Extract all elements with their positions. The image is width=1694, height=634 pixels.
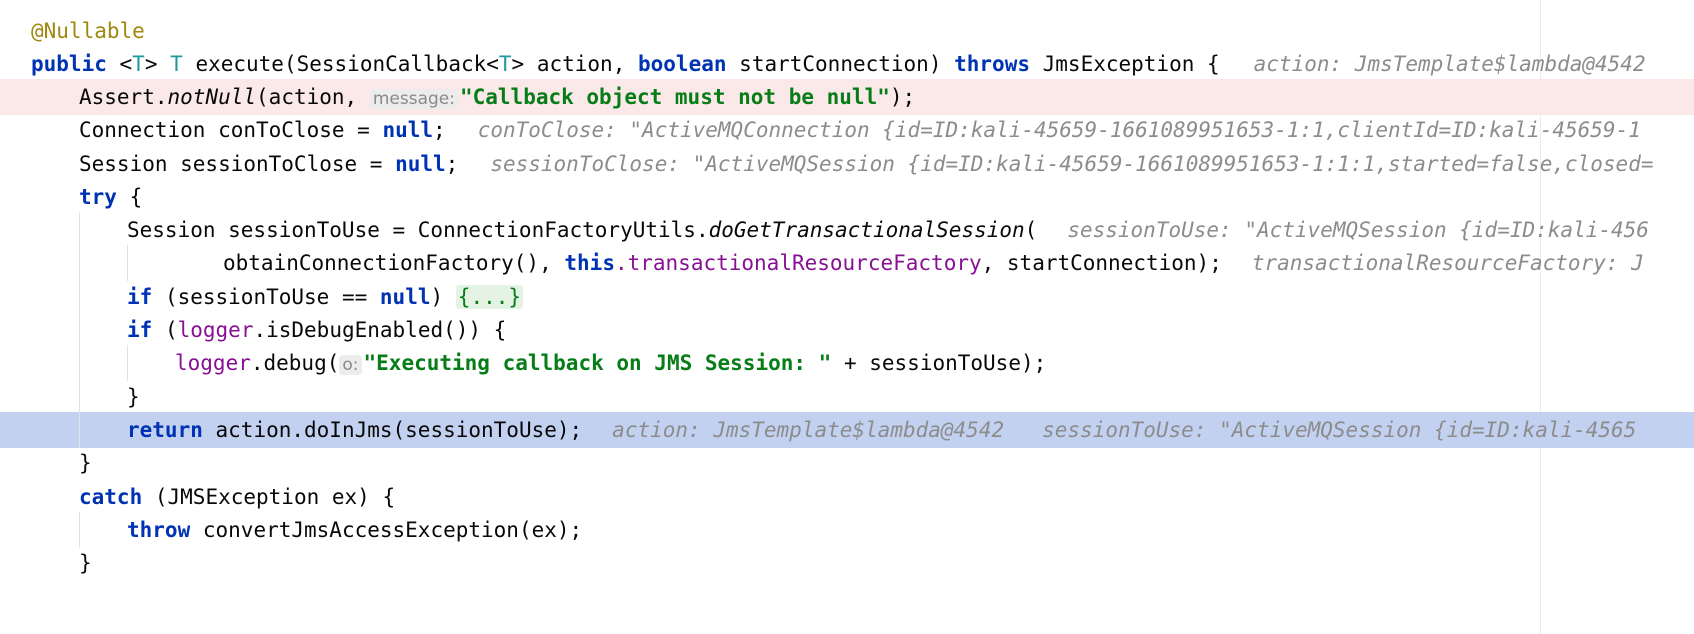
code-line[interactable]: } — [0, 545, 1694, 581]
keyword-public: public — [31, 52, 107, 76]
indent-guide — [79, 412, 80, 448]
code-text: { — [129, 185, 143, 209]
keyword-this: this — [564, 251, 615, 275]
code-text: , startConnection); — [981, 251, 1222, 275]
code-text: convertJmsAccessException(ex); — [202, 518, 583, 542]
code-text: + sessionToUse); — [843, 351, 1047, 375]
string-literal: "Callback object must not be null" — [459, 85, 890, 109]
indent-guide — [79, 245, 80, 281]
type-parameter: T — [132, 52, 145, 76]
code-line[interactable]: logger.debug(o: "Executing callback on JM… — [0, 345, 1694, 381]
annotation: @Nullable — [31, 19, 145, 43]
keyword-boolean: boolean — [638, 52, 727, 76]
lt-symbol: < — [119, 52, 133, 76]
method-name: notNull — [167, 85, 257, 109]
debug-inline-value[interactable]: sessionToClose: "ActiveMQSession {id=ID:… — [490, 152, 1653, 176]
code-text: Session sessionToClose = — [79, 152, 383, 176]
debug-inline-value[interactable]: transactionalResourceFactory: J — [1252, 251, 1644, 275]
code-text: (action, — [256, 85, 358, 109]
debug-inline-value[interactable]: sessionToUse: "ActiveMQSession {id=ID:ka… — [1067, 218, 1649, 242]
indent-guide — [79, 379, 80, 415]
code-text: ( — [1024, 218, 1038, 242]
keyword-null: null — [382, 118, 434, 142]
closing-brace: } — [79, 451, 92, 475]
code-line[interactable]: Session sessionToClose = null; sessionToC… — [0, 146, 1694, 182]
indent-guide — [79, 312, 80, 348]
code-text: action.doInJms(sessionToUse); — [215, 418, 583, 442]
code-text: Connection conToClose = — [79, 118, 370, 142]
indent-guide — [79, 345, 80, 381]
code-line[interactable]: @Nullable — [0, 13, 1694, 49]
keyword-catch: catch — [79, 485, 143, 509]
indent-guide — [127, 345, 128, 381]
code-text: ) — [430, 285, 444, 309]
code-text: (sessionToUse == — [164, 285, 368, 309]
code-line[interactable]: } — [0, 445, 1694, 481]
field-reference: .transactionalResourceFactory — [614, 251, 982, 275]
code-editor[interactable]: @Nullable public <T> T execute(SessionCa… — [0, 0, 1694, 634]
parameter-hint: message: — [369, 89, 458, 109]
parameter-hint: o: — [339, 355, 362, 375]
method-signature: execute(SessionCallback< — [195, 52, 499, 76]
code-text: ); — [889, 85, 916, 109]
debug-inline-value[interactable]: sessionToUse: "ActiveMQSession {id=ID:ka… — [1042, 418, 1636, 442]
code-line[interactable]: obtainConnectionFactory(), this.transact… — [0, 245, 1694, 281]
code-text: ; — [445, 152, 459, 176]
keyword-throws: throws — [954, 52, 1030, 76]
exception-type: JmsException { — [1042, 52, 1220, 76]
code-line[interactable]: public <T> T execute(SessionCallback<T> … — [0, 46, 1694, 82]
indent-guide — [127, 245, 128, 281]
code-text: Assert. — [79, 85, 168, 109]
return-type: T — [170, 52, 183, 76]
indent-guide — [79, 212, 80, 248]
debug-inline-value[interactable]: action: JmsTemplate$lambda@4542 — [612, 418, 1004, 442]
folded-code-block[interactable]: {...} — [455, 285, 524, 309]
keyword-try: try — [79, 185, 117, 209]
indent-guide — [79, 279, 80, 315]
code-text: Session sessionToUse = ConnectionFactory… — [127, 218, 709, 242]
code-text: ( — [164, 318, 178, 342]
code-line-breakpoint[interactable]: Assert.notNull(action, message: "Callback… — [0, 79, 1694, 115]
string-literal: "Executing callback on JMS Session: " — [363, 351, 832, 375]
method-args-2: startConnection) — [739, 52, 942, 76]
debug-inline-value[interactable]: action: JmsTemplate$lambda@4542 — [1254, 52, 1646, 76]
method-args: > action, — [511, 52, 626, 76]
code-line[interactable]: try { — [0, 179, 1694, 215]
code-line[interactable]: if (logger.isDebugEnabled()) { — [0, 312, 1694, 348]
code-text: .isDebugEnabled()) { — [253, 318, 507, 342]
code-line-current-execution[interactable]: return action.doInJms(sessionToUse); acti… — [0, 412, 1694, 448]
code-text: ; — [433, 118, 446, 142]
closing-brace: } — [127, 385, 140, 409]
closing-brace: } — [79, 551, 92, 575]
code-text: .debug( — [250, 351, 340, 375]
code-text: obtainConnectionFactory(), — [223, 251, 552, 275]
keyword-null: null — [379, 285, 431, 309]
type-parameter-2: T — [498, 52, 512, 76]
code-line[interactable]: if (sessionToUse == null) {...} — [0, 279, 1694, 315]
code-line[interactable]: throw convertJmsAccessException(ex); — [0, 512, 1694, 548]
indent-guide — [79, 512, 80, 548]
method-name: doGetTransactionalSession — [708, 218, 1025, 242]
keyword-if: if — [127, 285, 153, 309]
code-line[interactable]: } — [0, 379, 1694, 415]
gt-symbol: > — [144, 52, 158, 76]
keyword-if: if — [127, 318, 153, 342]
code-line[interactable]: catch (JMSException ex) { — [0, 479, 1694, 515]
keyword-return: return — [127, 418, 203, 442]
code-text: (JMSException ex) { — [154, 485, 396, 509]
field-reference: logger — [177, 318, 254, 342]
keyword-throw: throw — [127, 518, 191, 542]
code-line[interactable]: Connection conToClose = null; conToClose:… — [0, 112, 1694, 148]
debug-inline-value[interactable]: conToClose: "ActiveMQConnection {id=ID:k… — [478, 118, 1641, 142]
code-line[interactable]: Session sessionToUse = ConnectionFactory… — [0, 212, 1694, 248]
field-reference: logger — [175, 351, 251, 375]
keyword-null: null — [395, 152, 446, 176]
